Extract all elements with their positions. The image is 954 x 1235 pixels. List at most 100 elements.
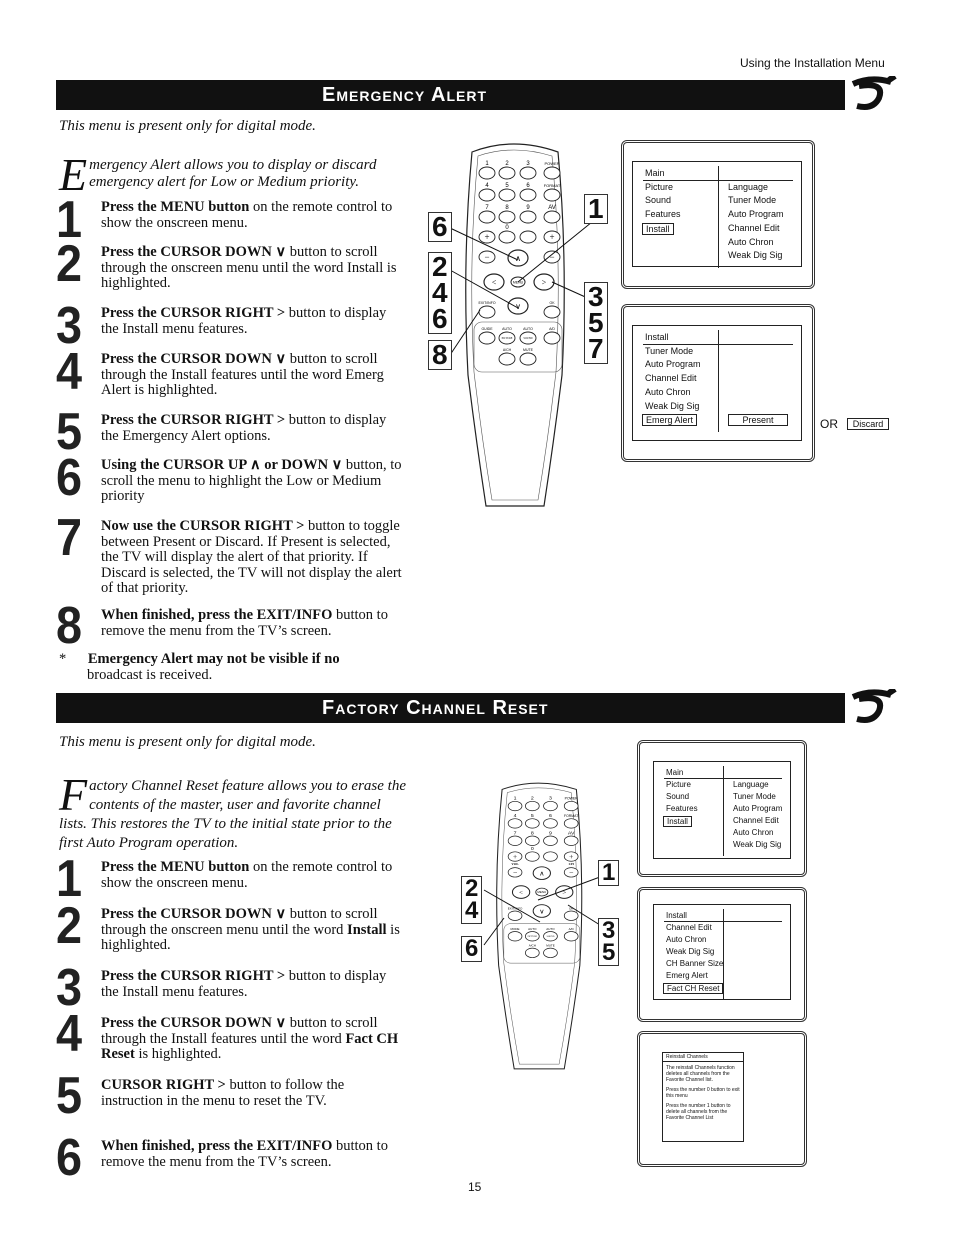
menu-option[interactable]: Channel Edit [733,816,779,825]
reinstall-dialog: Reinstall Channels The reinstall Channel… [662,1052,744,1142]
menu-item[interactable]: CH Banner Size [666,959,723,968]
drop-cap: F [59,769,88,820]
or-label: OR [820,417,838,431]
menu-item[interactable]: Features [666,804,698,813]
step-number: 6 [56,1129,83,1187]
menu-header: Main [666,768,684,777]
remote-button-label: 4 [514,813,517,819]
remote-button-label: POWER [565,797,579,801]
step-number: 2 [56,235,83,293]
digital-mode-note: This menu is present only for digital mo… [59,118,316,134]
remote-button [563,818,579,829]
step-bold: Press the CURSOR DOWN ∨ [101,351,287,367]
menu-option[interactable]: Tuner Mode [733,792,776,801]
menu-item[interactable]: Channel Edit [645,373,697,383]
remote-button [543,835,558,846]
step-bold: When finished, press the EXIT/INFO [101,607,333,623]
menu-item[interactable]: Weak Dig Sig [645,401,699,411]
tv-screen-main-menu: Main Picture Sound Features Install Language T… [637,740,807,877]
menu-item-highlighted[interactable]: Install [663,816,692,827]
step-text: Press the MENU button on the remote cont… [101,859,406,891]
menu-item-highlighted[interactable]: Fact CH Reset [663,983,724,994]
callout-steps-2-4-6: 246 [428,252,452,334]
dialog-text-3: Press the number 1 button to delete all … [666,1103,731,1121]
menu-item[interactable]: Emerg Alert [666,971,708,980]
menu-option[interactable]: Weak Dig Sig [733,840,781,849]
remote-button-label: 2 [531,796,534,802]
menu-option[interactable]: Language [728,182,768,192]
callout-step-8: 8 [428,340,452,370]
step-number: 6 [56,449,83,507]
menu-header: Install [666,911,687,920]
manual-page: Using the Installation Menu Emergency Al… [0,0,954,1235]
step-bold: Now use the CURSOR RIGHT > [101,518,305,534]
menu-option[interactable]: Language [733,780,769,789]
step-number: 4 [56,343,83,401]
menu-item[interactable]: Channel Edit [666,923,712,932]
remote-button [507,818,523,829]
step-text: Press the MENU button on the remote cont… [101,199,406,231]
digital-mode-note: This menu is present only for digital mo… [59,734,316,750]
menu-item[interactable]: Features [645,209,681,219]
step-text: Press the CURSOR RIGHT > button to displ… [101,412,406,444]
main-menu: Main Picture Sound Features Install Language T… [632,161,802,268]
menu-option[interactable]: Auto Program [728,209,784,219]
install-menu: Install Channel Edit Auto Chron Weak Dig Si… [653,904,791,1000]
remote-button [525,835,540,846]
callout-step-6: 6 [461,936,483,962]
intro-paragraph: Factory Channel Reset feature allows you… [59,769,409,853]
menu-header: Install [645,332,669,342]
step-bold: When finished, press the EXIT/INFO [101,1138,333,1154]
remote-button-label: 7 [514,831,517,837]
intro-text: mergency Alert allows you to display or … [89,157,377,190]
step-number: 5 [56,1067,83,1125]
menu-item[interactable]: Auto Program [645,359,701,369]
step-text: Now use the CURSOR RIGHT > button to tog… [101,518,406,597]
callout-step-1: 1 [584,194,608,224]
menu-item[interactable]: Picture [666,780,691,789]
remote-button [525,800,540,812]
menu-option[interactable]: Auto Chron [728,237,774,247]
tv-screen-reinstall-channels: Reinstall Channels The reinstall Channel… [637,1031,807,1167]
menu-option[interactable]: Channel Edit [728,223,780,233]
footnote: * Emergency Alert may not be visible if … [59,651,340,683]
step-bold: Press the CURSOR RIGHT > [101,305,286,321]
remote-button-label: 3 [549,796,552,802]
menu-item[interactable]: Sound [666,792,689,801]
menu-item[interactable]: Auto Chron [645,387,691,397]
menu-header: Main [645,168,665,178]
footnote-text: broadcast is received. [87,666,213,683]
menu-item[interactable]: Picture [645,182,673,192]
dialog-text-2: Press the number 0 button to exit this m… [666,1087,740,1099]
section-bar-emergency-alert: Emergency Alert [56,73,897,112]
step-bold: Press the CURSOR DOWN ∨ [101,244,287,260]
remote-button [525,818,540,829]
step-bold: Using the CURSOR UP ∧ or DOWN ∨ [101,457,343,473]
menu-option[interactable]: Tuner Mode [728,195,776,205]
section-title: Factory Channel Reset [322,697,549,719]
menu-item-highlighted[interactable]: Emerg Alert [642,414,698,427]
menu-item[interactable]: Tuner Mode [645,346,693,356]
menu-option[interactable]: Auto Chron [733,828,773,837]
drop-cap: E [59,149,88,200]
menu-item[interactable]: Sound [645,195,671,205]
dialog-text-1: The reinstall Channels function deletes … [666,1065,735,1083]
remote-logo-icon [845,73,897,112]
menu-item[interactable]: Auto Chron [666,935,706,944]
step-bold: Press the MENU button [101,859,250,875]
menu-item-highlighted[interactable]: Install [642,222,674,235]
footnote-bold: Emergency Alert may not be visible if no [87,651,340,667]
menu-item[interactable]: Weak Dig Sig [666,947,714,956]
intro-paragraph: Emergency Alert allows you to display or… [59,149,389,200]
menu-option[interactable]: Auto Program [733,804,782,813]
tv-screen-main-menu: Main Picture Sound Features Install Language T… [621,140,815,289]
step-text: Using the CURSOR UP ∧ or DOWN ∨ button, … [101,457,406,505]
menu-option[interactable]: Weak Dig Sig [728,250,782,260]
remote-logo-icon [845,686,897,725]
step-text: Press the CURSOR RIGHT > button to displ… [101,968,406,1000]
alert-value[interactable]: Present [728,414,788,427]
step-bold: Press the MENU button [101,199,250,215]
callout-step-6: 6 [428,212,452,242]
step-text: When finished, press the EXIT/INFO butto… [101,607,406,639]
step-bold: Press the CURSOR RIGHT > [101,412,286,428]
